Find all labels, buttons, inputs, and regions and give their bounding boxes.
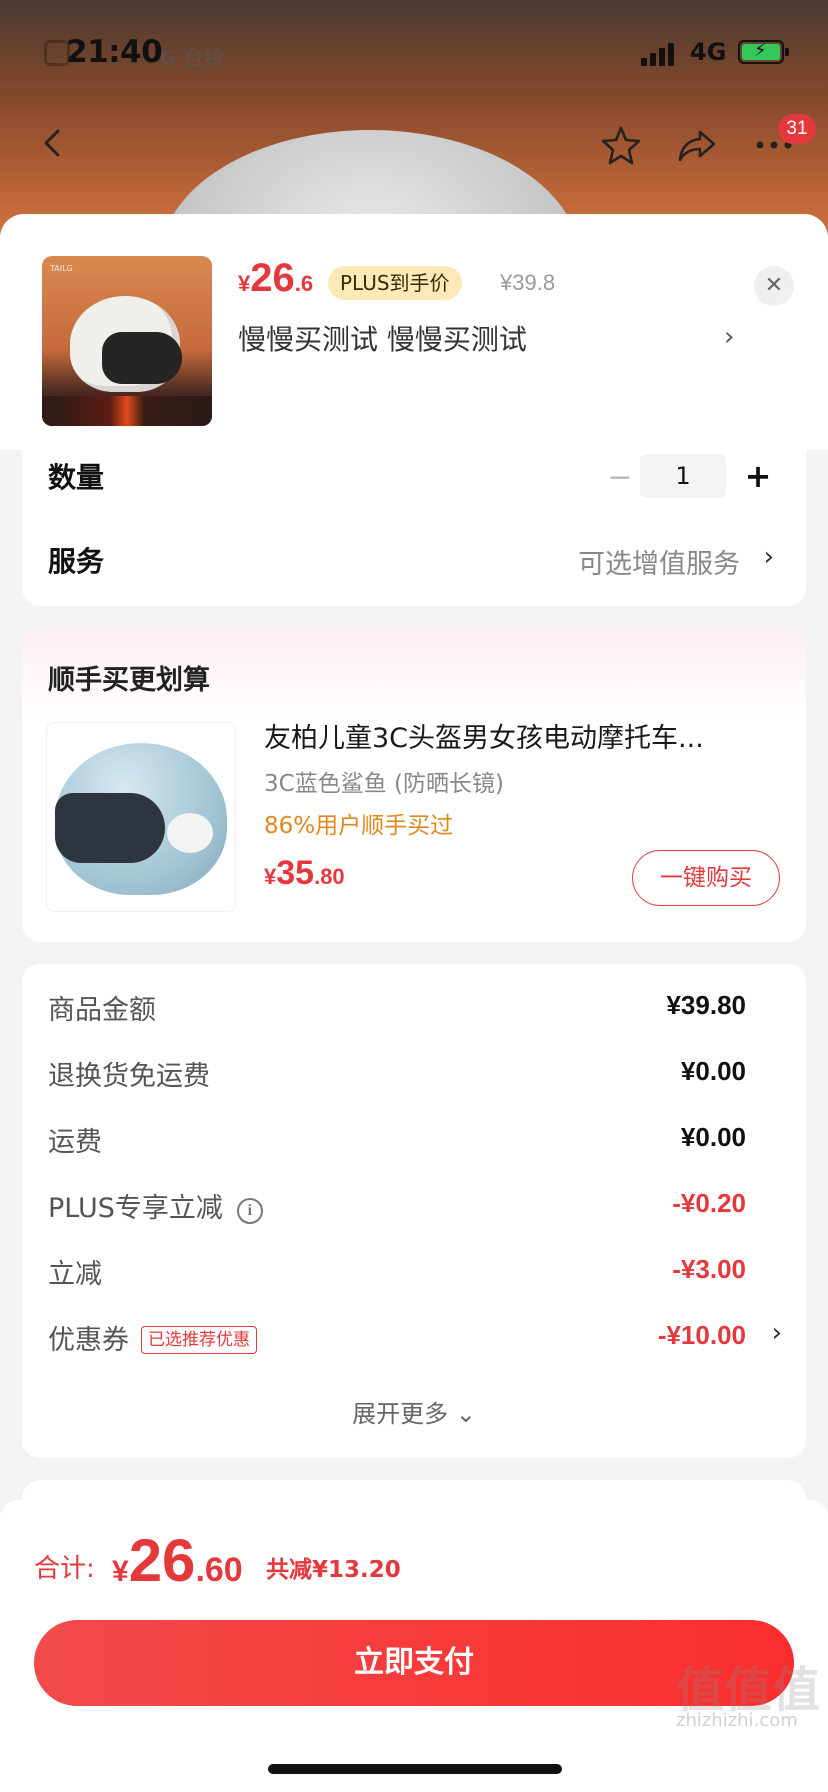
star-icon[interactable] xyxy=(600,124,642,166)
product-thumbnail[interactable]: TAILG xyxy=(42,256,212,426)
notification-badge: 31 xyxy=(778,114,816,144)
back-icon[interactable] xyxy=(38,128,68,158)
pay-bar: 合计: ¥26.60 共减¥13.20 立即支付 值值值 zhizhizhi.c… xyxy=(0,1500,828,1792)
quantity-decrease-button[interactable]: − xyxy=(600,458,640,498)
fee-row: 商品金额 ¥39.80 xyxy=(48,990,746,1026)
home-indicator[interactable] xyxy=(268,1764,562,1774)
close-icon[interactable]: ✕ xyxy=(754,266,794,306)
network-type: 4G xyxy=(690,38,727,66)
fee-breakdown-card: 商品金额 ¥39.80 退换货免运费 ¥0.00 运费 ¥0.00 PLUS专享… xyxy=(22,964,806,1458)
chevron-right-icon[interactable]: › xyxy=(772,1318,782,1348)
selected-variant[interactable]: 慢慢买测试 慢慢买测试 xyxy=(238,318,527,358)
product-price: ¥26.6 xyxy=(238,256,314,300)
total-label: 合计: xyxy=(34,1554,95,1584)
fee-row: 立减 -¥3.00 xyxy=(48,1254,746,1290)
expand-more-button[interactable]: 展开更多 ⌄ xyxy=(22,1394,806,1429)
sheet-header: TAILG ¥26.6 PLUS到手价 ¥39.8 ✕ 慢慢买测试 慢慢买测试 … xyxy=(0,214,828,450)
combo-recommend-card: 顺手买更划算 友柏儿童3C头盔男女孩电动摩托车... 3C蓝色鲨鱼 (防晒长镜)… xyxy=(22,628,806,942)
fee-row: PLUS专享立减 i -¥0.20 xyxy=(48,1188,746,1224)
combo-title: 顺手买更划算 xyxy=(48,665,210,696)
fee-row: 退换货免运费 ¥0.00 xyxy=(48,1056,746,1092)
signal-icon xyxy=(641,42,675,66)
service-value[interactable]: 可选增值服务 xyxy=(578,542,740,581)
share-icon[interactable] xyxy=(676,126,718,166)
thumbnail-brand: TAILG xyxy=(50,264,73,273)
battery-icon: ⚡ xyxy=(738,40,789,64)
quantity-input[interactable]: 1 xyxy=(640,454,726,498)
combo-product-spec: 3C蓝色鲨鱼 (防晒长镜) xyxy=(264,771,504,797)
status-brand: G 台铃 xyxy=(160,46,224,70)
watermark-text: zhizhizhi.com xyxy=(676,1710,798,1731)
status-time: 21:40 xyxy=(66,34,163,70)
chevron-right-icon[interactable]: › xyxy=(764,542,774,572)
status-bar: 21:40 G 台铃 4G ⚡ xyxy=(0,30,828,80)
combo-purchase-rate: 86%用户顺手买过 xyxy=(264,813,454,839)
coupon-tag: 已选推荐优惠 xyxy=(141,1326,257,1354)
coupon-row[interactable]: 优惠券 已选推荐优惠 -¥10.00 › xyxy=(48,1318,782,1358)
total-savings: 共减¥13.20 xyxy=(266,1557,401,1583)
info-icon[interactable]: i xyxy=(236,1198,263,1224)
chevron-right-icon[interactable]: › xyxy=(724,322,734,352)
quantity-increase-button[interactable]: + xyxy=(738,456,778,496)
original-price: ¥39.8 xyxy=(500,270,556,295)
fee-row: 运费 ¥0.00 xyxy=(48,1122,746,1158)
combo-product-image[interactable] xyxy=(46,722,236,912)
combo-product-name[interactable]: 友柏儿童3C头盔男女孩电动摩托车... xyxy=(264,716,784,755)
combo-price: ¥35.80 xyxy=(264,854,345,892)
quantity-service-card: 数量 − 1 + 服务 可选增值服务 › xyxy=(22,450,806,606)
plus-price-tag: PLUS到手价 xyxy=(328,266,462,300)
total-price: ¥26.60 xyxy=(112,1527,243,1594)
service-label: 服务 xyxy=(48,545,105,578)
quantity-label: 数量 xyxy=(48,461,105,494)
one-click-buy-button[interactable]: 一键购买 xyxy=(632,850,780,906)
